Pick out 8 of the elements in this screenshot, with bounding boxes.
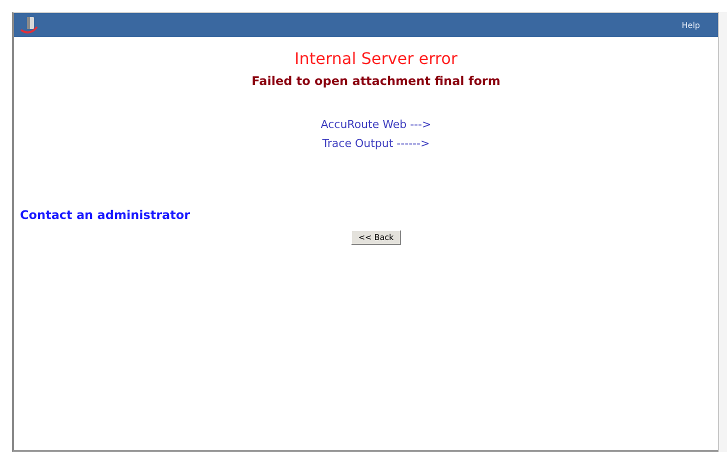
error-title: Internal Server error bbox=[294, 49, 458, 68]
back-button[interactable]: << Back bbox=[351, 230, 401, 245]
error-message: Failed to open attachment final form bbox=[252, 74, 500, 88]
contact-text: Contact an administrator bbox=[20, 208, 190, 222]
scrollbar[interactable] bbox=[718, 12, 727, 452]
nav-link[interactable]: Trace Output ------> bbox=[322, 137, 430, 150]
help-link[interactable]: Help bbox=[682, 20, 700, 30]
nav-link[interactable]: AccuRoute Web ---> bbox=[320, 118, 432, 131]
